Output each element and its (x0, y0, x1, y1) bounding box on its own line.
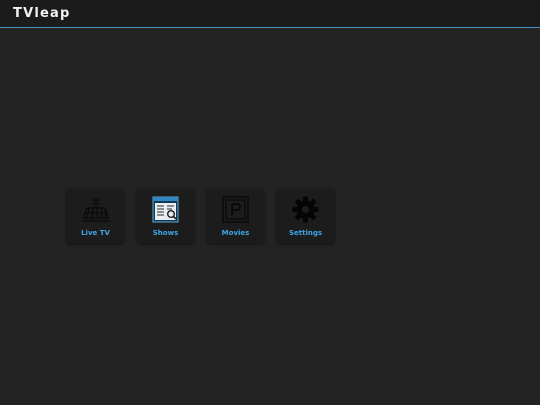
movies-label: Movies (221, 229, 250, 237)
shows-button[interactable]: Shows (137, 189, 194, 243)
top-bar: TVleap (0, 0, 540, 28)
live-tv-label: Live TV (81, 229, 110, 237)
tv-guide-icon (151, 195, 180, 224)
shows-label: Shows (152, 229, 179, 237)
gear-icon (291, 195, 320, 224)
settings-button[interactable]: Settings (277, 189, 334, 243)
movies-button[interactable]: Movies (207, 189, 264, 243)
app-title: TVleap (13, 6, 71, 21)
main-menu: Live TV Shows Movies Settings (67, 189, 334, 243)
settings-label: Settings (288, 229, 323, 237)
antenna-tower-icon (81, 195, 110, 224)
parking-sign-icon (221, 195, 250, 224)
live-tv-button[interactable]: Live TV (67, 189, 124, 243)
